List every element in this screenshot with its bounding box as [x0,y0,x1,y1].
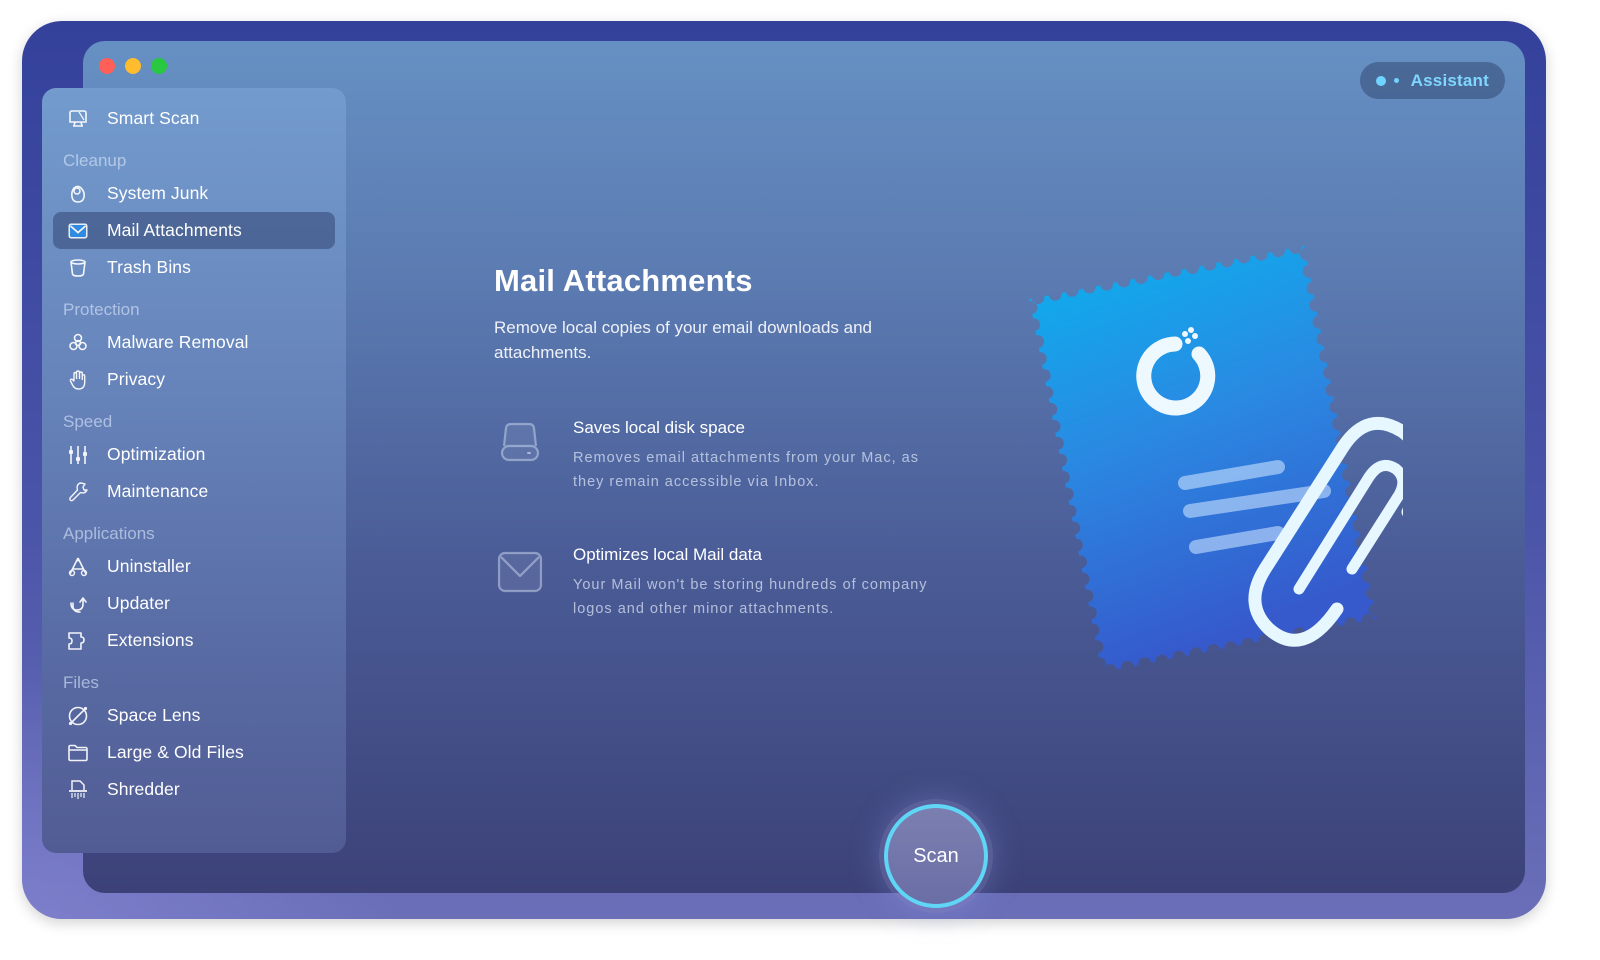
feature-title: Optimizes local Mail data [573,545,762,564]
extensions-icon [65,628,91,654]
sidebar-item-maintenance[interactable]: Maintenance [53,473,335,510]
feature-title: Saves local disk space [573,418,745,437]
sidebar-item-space-lens[interactable]: Space Lens [53,697,335,734]
feature-text: Removes email attachments from your Mac,… [573,450,919,490]
sidebar-section-header: Speed [63,412,113,431]
sidebar-item-privacy[interactable]: Privacy [53,361,335,398]
sidebar-item-optimization[interactable]: Optimization [53,436,335,473]
scan-button-glow: Scan [879,799,993,913]
assistant-button[interactable]: Assistant [1359,62,1505,99]
wrench-icon [65,479,91,505]
minimize-window-button[interactable] [125,58,141,74]
folder-icon [65,740,91,766]
mail-stamp-paperclip-illustration [1029,245,1403,669]
sidebar-item-smart-scan[interactable]: Smart Scan [53,100,335,137]
scan-button[interactable]: Scan [884,804,988,908]
stamp-shape [1029,245,1377,669]
sidebar-item-label: Optimization [107,444,206,464]
zoom-window-button[interactable] [151,58,167,74]
sidebar-item-system-junk[interactable]: System Junk [53,175,335,212]
biohazard-icon [65,330,91,356]
assistant-label: Assistant [1410,70,1489,90]
sidebar-item-mail-attachments[interactable]: Mail Attachments [53,212,335,249]
sidebar-item-malware-removal[interactable]: Malware Removal [53,324,335,361]
hand-icon [65,367,91,393]
assistant-dots-icon [1375,75,1386,86]
envelope-icon [497,551,543,593]
window-controls [99,58,167,74]
updater-icon [65,591,91,617]
sidebar-section-header: Cleanup [63,151,127,170]
stamp-body [1029,245,1377,669]
sidebar-item-label: Shredder [107,779,180,799]
sidebar-item-label: Malware Removal [107,332,249,352]
feature-text: Your Mail won't be storing hundreds of c… [573,577,928,617]
uninstaller-icon [65,554,91,580]
trash-icon [65,255,91,281]
sidebar-item-label: Extensions [107,630,194,650]
page-description: Remove local copies of your email downlo… [494,318,872,362]
sidebar-item-label: Privacy [107,369,166,389]
close-window-button[interactable] [99,58,115,74]
sidebar-item-label: Trash Bins [107,257,191,277]
sidebar-item-label: Updater [107,593,170,613]
sidebar: Smart Scan Cleanup System Junk Mail Attachm… [42,88,346,853]
sidebar-item-extensions[interactable]: Extensions [53,622,335,659]
shredder-icon [65,777,91,803]
page-title: Mail Attachments [494,263,753,298]
sidebar-item-label: Space Lens [107,705,201,725]
assistant-dot-small [1393,78,1399,83]
sidebar-item-shredder[interactable]: Shredder [53,771,335,808]
sidebar-section-header: Applications [63,524,155,543]
smart-scan-icon [65,106,91,132]
sidebar-item-updater[interactable]: Updater [53,585,335,622]
mail-icon [65,218,91,244]
sidebar-section-header: Files [63,673,99,692]
sidebar-item-label: System Junk [107,183,209,203]
space-lens-icon [65,703,91,729]
sidebar-item-large-and-old-files[interactable]: Large & Old Files [53,734,335,771]
sidebar-item-label: Mail Attachments [107,220,242,240]
sidebar-item-label: Smart Scan [107,108,200,128]
sidebar-item-label: Uninstaller [107,556,191,576]
system-junk-icon [65,181,91,207]
sidebar-section-header: Protection [63,300,140,319]
disk-icon [500,422,540,462]
sidebar-item-label: Large & Old Files [107,742,244,762]
sidebar-item-uninstaller[interactable]: Uninstaller [53,548,335,585]
sliders-icon [65,442,91,468]
sidebar-item-trash-bins[interactable]: Trash Bins [53,249,335,286]
sidebar-item-label: Maintenance [107,481,209,501]
